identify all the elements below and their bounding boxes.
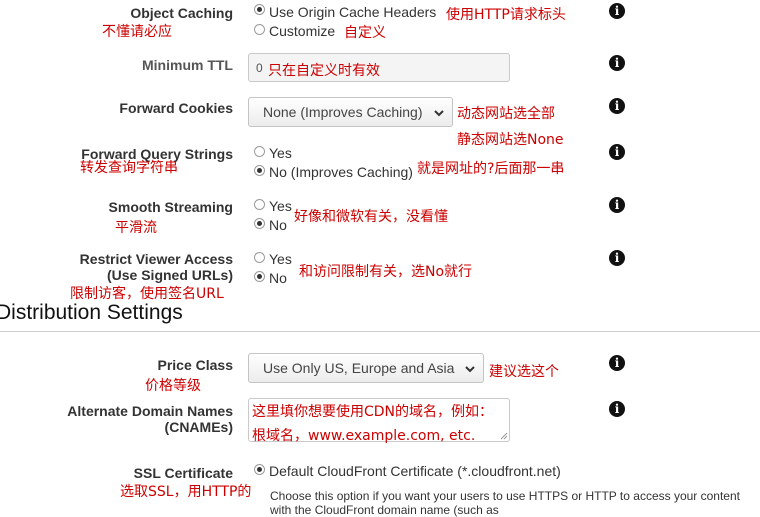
radio-restrict-viewer-no[interactable] (254, 271, 265, 282)
info-icon[interactable]: i (609, 98, 625, 114)
option-customize: Customize (269, 23, 336, 39)
forward-query-no-annotation: 就是网址的?后面那一串 (417, 161, 565, 177)
radio-default-cloudfront-certificate[interactable] (254, 464, 265, 475)
alternate-domain-label: Alternate Domain Names (67, 403, 233, 419)
section-divider (0, 331, 760, 332)
radio-use-origin-cache-headers[interactable] (254, 4, 265, 15)
minimum-ttl-label: Minimum TTL (142, 57, 233, 73)
restrict-viewer-no-label: No (269, 270, 287, 286)
smooth-streaming-label: Smooth Streaming (108, 199, 233, 215)
price-class-value: Use Only US, Europe and Asia (263, 360, 455, 376)
forward-cookies-select[interactable]: None (Improves Caching) (248, 97, 453, 127)
price-class-label: Price Class (157, 357, 234, 373)
info-icon[interactable]: i (609, 144, 625, 160)
minimum-ttl-value: 0 (256, 61, 263, 75)
alternate-domain-annotation-2: 根域名，www.example.com, etc. (252, 428, 476, 444)
resize-handle-icon[interactable] (500, 432, 508, 440)
price-class-value-annotation: 建议选这个 (489, 364, 559, 380)
info-icon[interactable]: i (609, 250, 625, 266)
restrict-viewer-label: Restrict Viewer Access (79, 251, 233, 267)
forward-query-yes-label: Yes (269, 145, 292, 161)
ssl-certificate-label: SSL Certificate (133, 465, 233, 481)
alternate-domain-textarea[interactable]: 这里填你想要使用CDN的域名，例如： 根域名，www.example.com, … (248, 398, 510, 444)
price-class-select[interactable]: Use Only US, Europe and Asia (248, 353, 484, 383)
restrict-viewer-yes-label: Yes (269, 251, 292, 267)
radio-smooth-streaming-no[interactable] (254, 218, 265, 229)
ssl-certificate-annotation: 选取SSL，用HTTP的 (120, 484, 252, 500)
info-icon[interactable]: i (609, 355, 625, 371)
restrict-viewer-sublabel: (Use Signed URLs) (106, 267, 233, 283)
alternate-domain-sublabel: (CNAMEs) (164, 419, 233, 435)
info-icon[interactable]: i (609, 55, 625, 71)
alternate-domain-annotation-1: 这里填你想要使用CDN的域名，例如： (252, 404, 494, 420)
forward-cookies-value: None (Improves Caching) (263, 104, 423, 120)
option1-annotation: 使用HTTP请求标头 (446, 7, 566, 23)
minimum-ttl-annotation: 只在自定义时有效 (268, 63, 380, 79)
price-class-annotation: 价格等级 (145, 378, 201, 394)
forward-query-no-label: No (Improves Caching) (269, 164, 413, 180)
radio-forward-query-yes[interactable] (254, 146, 265, 157)
forward-cookies-label: Forward Cookies (119, 100, 233, 116)
forward-cookies-annotation-1: 动态网站选全部 (457, 106, 555, 122)
info-icon[interactable]: i (609, 401, 625, 417)
info-icon[interactable]: i (609, 3, 625, 19)
chevron-down-icon (434, 110, 444, 117)
object-caching-annotation: 不懂请必应 (102, 24, 172, 40)
smooth-streaming-no-label: No (269, 217, 287, 233)
ssl-option-default-label: Default CloudFront Certificate (*.cloudf… (269, 463, 561, 479)
forward-query-annotation: 转发查询字符串 (80, 160, 178, 176)
chevron-down-icon (465, 366, 475, 373)
radio-customize[interactable] (254, 24, 265, 35)
option-use-origin-cache-headers: Use Origin Cache Headers (269, 4, 437, 20)
info-icon[interactable]: i (609, 197, 625, 213)
smooth-streaming-annotation: 平滑流 (115, 220, 157, 236)
option2-annotation: 自定义 (344, 25, 386, 41)
radio-restrict-viewer-yes[interactable] (254, 252, 265, 263)
minimum-ttl-input[interactable]: 0 只在自定义时有效 (248, 53, 510, 82)
smooth-streaming-yes-label: Yes (269, 198, 292, 214)
restrict-viewer-annotation: 限制访客，使用签名URL (70, 286, 224, 302)
radio-forward-query-no[interactable] (254, 165, 265, 176)
ssl-help-text-2: with the CloudFront domain name (such as (270, 503, 499, 517)
smooth-streaming-yes-annotation: 好像和微软有关，没看懂 (294, 209, 448, 225)
forward-cookies-annotation-2: 静态网站选None (457, 132, 564, 148)
section-title: Distribution Settings (0, 301, 183, 324)
restrict-viewer-yes-annotation: 和访问限制有关，选No就行 (299, 264, 473, 280)
ssl-help-text-1: Choose this option if you want your user… (270, 489, 740, 503)
object-caching-label: Object Caching (130, 5, 233, 21)
radio-smooth-streaming-yes[interactable] (254, 199, 265, 210)
